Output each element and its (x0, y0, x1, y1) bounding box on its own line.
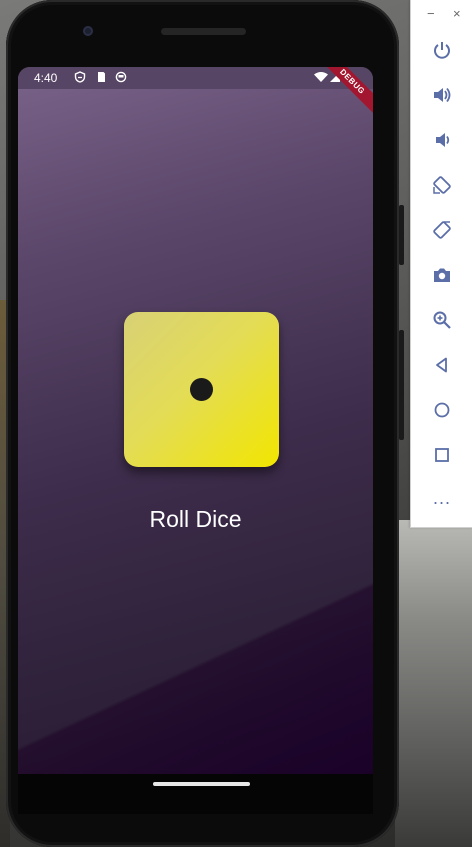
more-icon[interactable]: ... (425, 481, 459, 515)
front-camera (83, 26, 93, 36)
dice-button[interactable] (124, 312, 279, 467)
camera-icon[interactable] (425, 258, 459, 292)
phone-speaker (161, 28, 246, 35)
zoom-icon[interactable] (425, 303, 459, 337)
home-gesture-pill[interactable] (153, 782, 250, 786)
emulator-toolbar: − × ... (410, 0, 472, 528)
wifi-icon (314, 71, 328, 83)
power-icon[interactable] (425, 33, 459, 67)
shield-icon (74, 71, 86, 83)
status-time: 4:40 (34, 71, 58, 85)
dice-pip (190, 378, 213, 401)
rotate-right-icon[interactable] (425, 213, 459, 247)
phone-side-button (399, 205, 404, 265)
background-scenery (395, 520, 472, 847)
navigation-bar (18, 774, 373, 814)
rotate-left-icon[interactable] (425, 168, 459, 202)
record-icon (115, 71, 127, 83)
minimize-button[interactable]: − (427, 6, 435, 21)
phone-side-button (399, 330, 404, 440)
volume-up-icon[interactable] (425, 78, 459, 112)
home-icon[interactable] (425, 393, 459, 427)
volume-down-icon[interactable] (425, 123, 459, 157)
app-screen: 4:40 DEBUG Roll Dice (18, 67, 373, 774)
close-button[interactable]: × (453, 6, 461, 21)
sd-card-icon (95, 71, 107, 83)
status-bar: 4:40 DEBUG (18, 67, 373, 119)
overview-icon[interactable] (425, 438, 459, 472)
back-icon[interactable] (425, 348, 459, 382)
roll-dice-label[interactable]: Roll Dice (18, 506, 373, 533)
